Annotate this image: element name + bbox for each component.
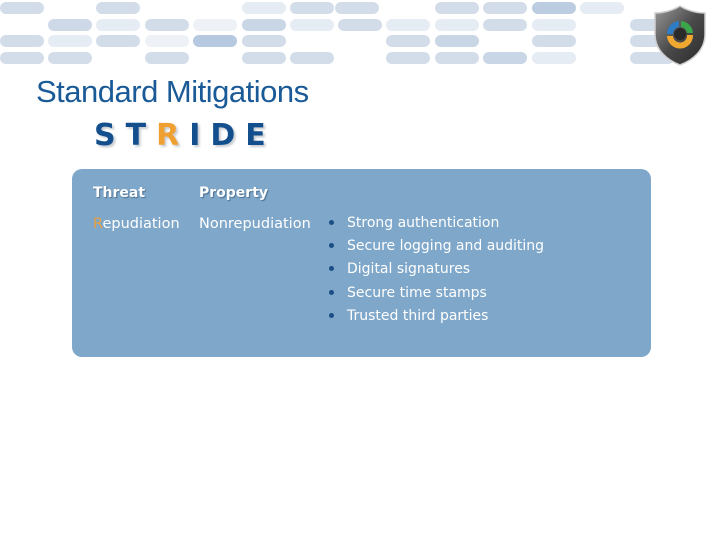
stride-letter-r-highlighted: R xyxy=(156,118,190,153)
banner-pill xyxy=(532,19,576,31)
stride-letter-i: I xyxy=(189,118,211,153)
banner-pill xyxy=(532,2,576,14)
banner-pill xyxy=(48,19,92,31)
banner-pill xyxy=(435,35,479,47)
stride-letter-d: D xyxy=(210,118,246,153)
bullet-icon xyxy=(329,220,334,225)
banner-pill xyxy=(242,19,286,31)
banner-pill xyxy=(242,35,286,47)
banner-pill xyxy=(386,19,430,31)
banner-pill xyxy=(435,52,479,64)
banner-pill xyxy=(338,19,382,31)
bullet-icon xyxy=(329,243,334,249)
mitigation-text: Strong authentication xyxy=(347,215,500,231)
mitigation-item: Secure logging and auditing xyxy=(329,236,544,259)
mitigation-text: Digital signatures xyxy=(347,261,471,278)
shield-cycle-icon xyxy=(654,5,706,66)
banner-pill xyxy=(96,19,140,31)
decorative-banner xyxy=(0,0,720,66)
threat-rest: epudiation xyxy=(102,216,180,232)
banner-pill xyxy=(96,35,140,47)
banner-pill xyxy=(242,52,286,64)
banner-pill xyxy=(335,2,379,14)
banner-pill xyxy=(483,19,527,31)
mitigation-text: Secure time stamps xyxy=(347,284,487,301)
banner-pill xyxy=(0,52,44,64)
mitigation-list: Strong authentication Secure logging and… xyxy=(329,213,544,329)
stride-letter-e: E xyxy=(245,118,276,153)
mitigation-item: Digital signatures xyxy=(329,259,544,282)
banner-pill xyxy=(386,52,430,64)
banner-pill xyxy=(242,2,286,14)
banner-pill xyxy=(48,52,92,64)
banner-pill xyxy=(193,19,237,31)
bullet-icon xyxy=(329,266,334,272)
banner-pill xyxy=(532,35,576,47)
mitigation-text: Trusted third parties xyxy=(347,307,489,324)
banner-pill xyxy=(290,52,334,64)
property-cell: Nonrepudiation xyxy=(199,216,311,232)
stride-acronym: STRIDE xyxy=(94,118,276,153)
banner-pill xyxy=(290,2,334,14)
banner-pill xyxy=(145,52,189,64)
banner-pill xyxy=(483,52,527,64)
threat-header: Threat xyxy=(93,185,146,201)
banner-pill xyxy=(48,35,92,47)
mitigation-text: Secure logging and auditing xyxy=(347,238,545,255)
banner-pill xyxy=(435,19,479,31)
banner-pill xyxy=(0,2,44,14)
property-header: Property xyxy=(199,185,269,201)
banner-pill xyxy=(145,19,189,31)
slide-title: Standard Mitigations xyxy=(36,74,309,109)
mitigation-item: Strong authentication xyxy=(329,213,544,236)
banner-pill xyxy=(532,52,576,64)
bullet-icon xyxy=(329,312,334,318)
banner-pill xyxy=(580,2,624,14)
banner-pill xyxy=(96,2,140,14)
stride-letter-s: S xyxy=(94,118,126,153)
mitigation-item: Trusted third parties xyxy=(329,306,544,329)
banner-pill xyxy=(386,35,430,47)
stride-letter-t: T xyxy=(125,118,157,153)
banner-pill xyxy=(193,35,237,47)
threat-cell: Repudiation xyxy=(93,216,180,232)
banner-pill xyxy=(0,35,44,47)
banner-pill xyxy=(145,35,189,47)
bullet-icon xyxy=(329,289,334,295)
banner-pill xyxy=(483,2,527,14)
mitigation-item: Secure time stamps xyxy=(329,283,544,306)
banner-pill xyxy=(435,2,479,14)
banner-pill xyxy=(290,19,334,31)
